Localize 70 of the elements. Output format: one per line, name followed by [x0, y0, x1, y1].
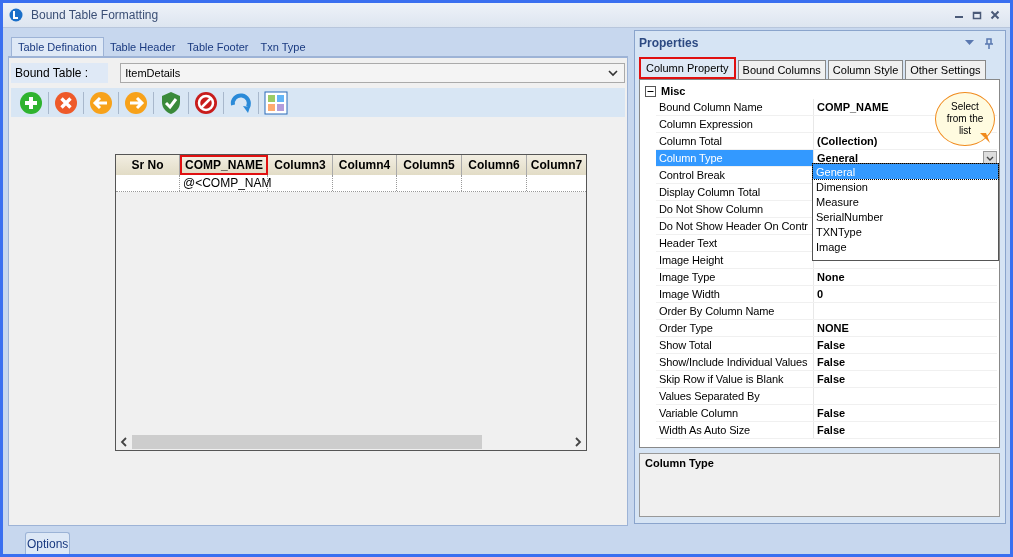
tab[interactable]: Other Settings [905, 60, 986, 79]
property-name[interactable]: Width As Auto Size [656, 422, 814, 438]
column-header[interactable]: COMP_NAME [180, 155, 268, 175]
property-value: False [817, 356, 846, 368]
add-icon[interactable] [19, 90, 43, 115]
property-name[interactable]: Order Type [656, 320, 814, 336]
column-header[interactable]: Column7 [527, 155, 586, 175]
chevron-down-icon [608, 69, 618, 77]
property-name[interactable]: Variable Column [656, 405, 814, 421]
dropdown-option[interactable]: Dimension [813, 179, 998, 194]
category-label: Misc [661, 85, 686, 97]
chevron-down-icon [986, 155, 994, 161]
bound-table-dropdown[interactable]: ItemDetails [120, 63, 625, 83]
property-value: False [817, 339, 846, 351]
tab[interactable]: Bound Columns [737, 60, 826, 79]
chevron-right-icon[interactable] [574, 437, 582, 447]
property-name[interactable]: Skip Row if Value is Blank [656, 371, 814, 387]
property-name[interactable]: Order By Column Name [656, 303, 814, 319]
window-title: Bound Table Formatting [31, 8, 159, 22]
property-name[interactable]: Column Expression [656, 116, 814, 132]
pin-icon[interactable] [984, 37, 994, 49]
chevron-left-icon[interactable] [120, 437, 128, 447]
description-title: Column Type [645, 457, 714, 469]
property-name[interactable]: Bound Column Name [656, 99, 814, 115]
delete-icon[interactable] [54, 90, 78, 115]
layout-grid-icon[interactable] [264, 90, 288, 115]
property-value: General [817, 152, 858, 164]
column-header[interactable]: Column4 [333, 155, 397, 175]
options-button[interactable]: Options [25, 532, 71, 554]
scrollbar-thumb[interactable] [132, 435, 483, 449]
callout-bubble: Select from the list [935, 92, 995, 146]
table-cell: @<COMP_NAM [183, 176, 272, 190]
property-name[interactable]: Show Total [656, 337, 814, 353]
app-logo-icon [9, 8, 23, 22]
property-name[interactable]: Values Separated By [656, 388, 814, 404]
dropdown-option[interactable]: TXNType [813, 224, 998, 239]
field-label: Bound Table : [11, 63, 109, 83]
property-value: COMP_NAME [817, 101, 889, 113]
dropdown-option[interactable]: Image [813, 239, 998, 254]
property-value: False [817, 424, 846, 436]
tab[interactable]: Txn Type [254, 38, 312, 56]
property-value: False [817, 407, 846, 419]
property-name[interactable]: Show/Include Individual Values [656, 354, 814, 370]
property-name[interactable]: Image Type [656, 269, 814, 285]
property-value: None [817, 271, 845, 283]
panel-title: Properties [639, 36, 699, 50]
property-value: False [817, 373, 846, 385]
property-name[interactable]: Image Width [656, 286, 814, 302]
column-header[interactable]: Column6 [462, 155, 527, 175]
property-value: NONE [817, 322, 849, 334]
column-header[interactable]: Sr No [116, 155, 180, 175]
property-value: 0 [817, 288, 824, 300]
dropdown-option[interactable]: Measure [813, 194, 998, 209]
column-header[interactable]: Column5 [397, 155, 462, 175]
tab[interactable]: Column Style [827, 60, 904, 79]
tab[interactable]: Table Footer [181, 38, 255, 56]
column-header[interactable]: Column3 [268, 155, 333, 175]
tab[interactable]: Table Header [103, 38, 182, 56]
property-value: (Collection) [817, 135, 878, 147]
collapse-icon[interactable] [645, 85, 656, 97]
property-name[interactable]: Column Total [656, 133, 814, 149]
close-icon[interactable] [990, 10, 1000, 20]
tab[interactable]: Table Defination [11, 37, 104, 56]
restore-icon[interactable] [972, 10, 982, 20]
dropdown-arrow-icon[interactable] [965, 40, 974, 46]
dropdown-option[interactable]: SerialNumber [813, 209, 998, 224]
refresh-icon[interactable] [229, 90, 253, 115]
tab[interactable]: Column Property [639, 57, 736, 79]
shield-check-icon[interactable] [159, 90, 183, 115]
stop-icon[interactable] [194, 90, 218, 115]
